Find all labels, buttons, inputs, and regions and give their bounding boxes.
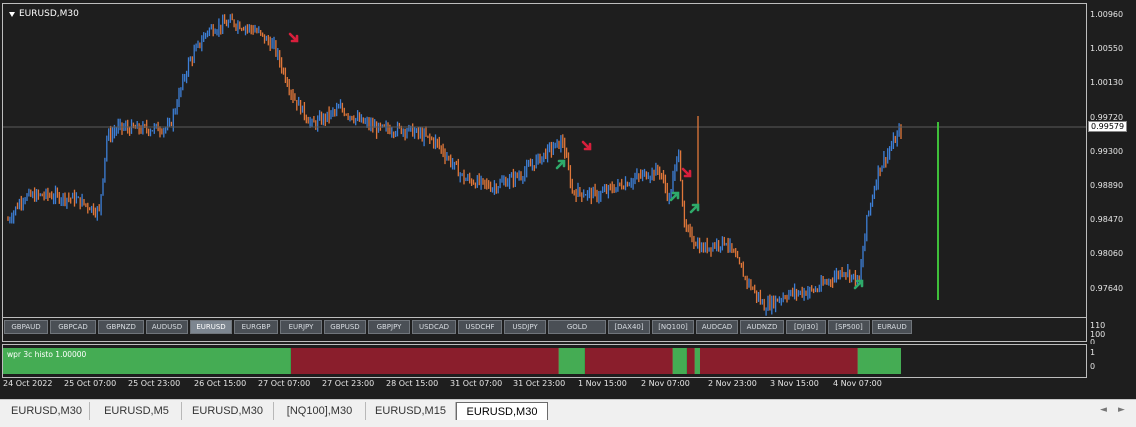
histogram-segment: [291, 348, 559, 374]
chart-tab[interactable]: EURUSD,M30: [182, 402, 274, 420]
wpr-histogram: [3, 348, 901, 374]
price-tick-label: 0.99300: [1090, 146, 1124, 156]
time-tick-label: 27 Oct 23:00: [322, 379, 375, 388]
symbol-button-usdcad[interactable]: USDCAD: [412, 320, 456, 334]
chart-tab[interactable]: EURUSD,M30: [4, 402, 90, 420]
buy-arrow-icon: [689, 203, 700, 214]
sell-arrow-icon: [581, 140, 592, 151]
symbol-panel: GBPAUD GBPCAD GBPNZD AUDUSD EURUSD EURGBP EURJ…: [2, 318, 1087, 342]
histogram-segment: [858, 348, 901, 374]
symbol-button-eurgbp[interactable]: EURGBP: [234, 320, 278, 334]
sell-arrow-icon: [681, 167, 692, 178]
symbol-button-usdjpy[interactable]: USDJPY: [504, 320, 546, 334]
symbol-button-gbpaud[interactable]: GBPAUD: [4, 320, 48, 334]
chart-tabs-bar: ◄ ► EURUSD,M30 EURUSD,M5 EURUSD,M30 [NQ100]…: [0, 399, 1136, 427]
sell-arrow-icon: [288, 32, 299, 43]
symbol-button-audcad[interactable]: AUDCAD: [696, 320, 738, 334]
time-axis[interactable]: 24 Oct 2022 25 Oct 07:00 25 Oct 23:00 26 Oc…: [0, 378, 1087, 398]
price-tick-label: 1.00960: [1090, 10, 1124, 19]
price-tick-label: 0.98890: [1090, 181, 1124, 190]
price-chart[interactable]: [3, 4, 1086, 317]
symbol-button-gbpusd[interactable]: GBPUSD: [324, 320, 366, 334]
time-tick-label: 25 Oct 23:00: [128, 379, 181, 388]
chart-title: EURUSD,M30: [9, 9, 79, 19]
chart-tab[interactable]: [NQ100],M30: [274, 402, 366, 420]
time-tick-label: 1 Nov 15:00: [578, 379, 627, 388]
price-tick-label: 1.00550: [1090, 44, 1124, 54]
symbol-button-dji30[interactable]: [DJI30]: [786, 320, 826, 334]
histogram-segment: [687, 348, 695, 374]
time-tick-label: 26 Oct 15:00: [194, 379, 247, 388]
symbol-buttons: GBPAUD GBPCAD GBPNZD AUDUSD EURUSD EURGBP EURJ…: [4, 320, 912, 334]
indicator-scale-1: 1: [1090, 348, 1096, 357]
time-tick-label: 2 Nov 23:00: [708, 379, 757, 388]
buy-arrow-icon: [669, 191, 680, 202]
symbol-button-nq100[interactable]: [NQ100]: [652, 320, 694, 334]
symbol-button-usdchf[interactable]: USDCHF: [458, 320, 502, 334]
symbol-button-eurjpy[interactable]: EURJPY: [280, 320, 322, 334]
price-tick-label: 0.97640: [1090, 283, 1124, 293]
indicator-axis: 1 0: [1087, 344, 1136, 378]
histogram-segment: [585, 348, 673, 374]
collapse-triangle-icon[interactable]: [9, 11, 15, 17]
time-tick-label: 3 Nov 15:00: [770, 379, 819, 388]
symbol-button-gbpjpy[interactable]: GBPJPY: [368, 320, 410, 334]
time-tick-label: 24 Oct 2022: [3, 379, 53, 388]
time-tick-label: 27 Oct 07:00: [258, 379, 311, 388]
scroll-right-icon[interactable]: ►: [1118, 405, 1125, 415]
histogram-segment: [700, 348, 858, 374]
indicator-panel[interactable]: wpr 3c histo 1.00000: [2, 344, 1087, 378]
symbol-button-dax40[interactable]: [DAX40]: [608, 320, 650, 334]
buy-arrow-icon: [555, 159, 566, 170]
indicator-label: wpr 3c histo 1.00000: [7, 350, 87, 359]
price-tick-label: 0.98470: [1090, 215, 1124, 225]
scroll-left-icon[interactable]: ◄: [1100, 405, 1107, 415]
indicator-scale-0: 0: [1090, 362, 1096, 371]
price-bars: [7, 13, 902, 316]
symbol-button-eurusd[interactable]: EURUSD: [190, 320, 232, 334]
chart-title-text: EURUSD,M30: [19, 9, 79, 19]
price-axis[interactable]: 1.00960 1.00550 1.00130 0.99720 0.99300 0.988…: [1087, 3, 1136, 327]
symbol-button-gbpnzd[interactable]: GBPNZD: [98, 320, 144, 334]
time-tick-label: 31 Oct 07:00: [450, 379, 503, 388]
price-tick-label: 1.00130: [1090, 78, 1124, 88]
chart-window[interactable]: EURUSD,M30 1.00960 1.00550 1.00130 0.99720 0…: [0, 0, 1136, 399]
time-tick-label: 25 Oct 07:00: [64, 379, 117, 388]
current-price-label: 0.99579: [1088, 121, 1128, 132]
price-panel[interactable]: EURUSD,M30: [2, 3, 1087, 318]
chart-tab[interactable]: EURUSD,M15: [366, 402, 456, 420]
scale-label-110: 110: [1090, 321, 1106, 330]
time-tick-label: 31 Oct 23:00: [513, 379, 566, 388]
chart-tab[interactable]: EURUSD,M30: [456, 402, 548, 420]
time-tick-label: 2 Nov 07:00: [641, 379, 690, 388]
symbol-button-sp500[interactable]: [SP500]: [828, 320, 870, 334]
symbol-button-euraud[interactable]: EURAUD: [872, 320, 912, 334]
symbol-panel-axis: 110 100 0: [1087, 318, 1136, 347]
price-tick-label: 0.98060: [1090, 249, 1124, 259]
symbol-button-audnzd[interactable]: AUDNZD: [740, 320, 784, 334]
symbol-button-gbpcad[interactable]: GBPCAD: [50, 320, 96, 334]
time-tick-label: 28 Oct 15:00: [386, 379, 439, 388]
time-tick-label: 4 Nov 07:00: [833, 379, 882, 388]
symbol-button-gold[interactable]: GOLD: [548, 320, 606, 334]
chart-tab[interactable]: EURUSD,M5: [92, 402, 182, 420]
symbol-button-audusd[interactable]: AUDUSD: [146, 320, 188, 334]
